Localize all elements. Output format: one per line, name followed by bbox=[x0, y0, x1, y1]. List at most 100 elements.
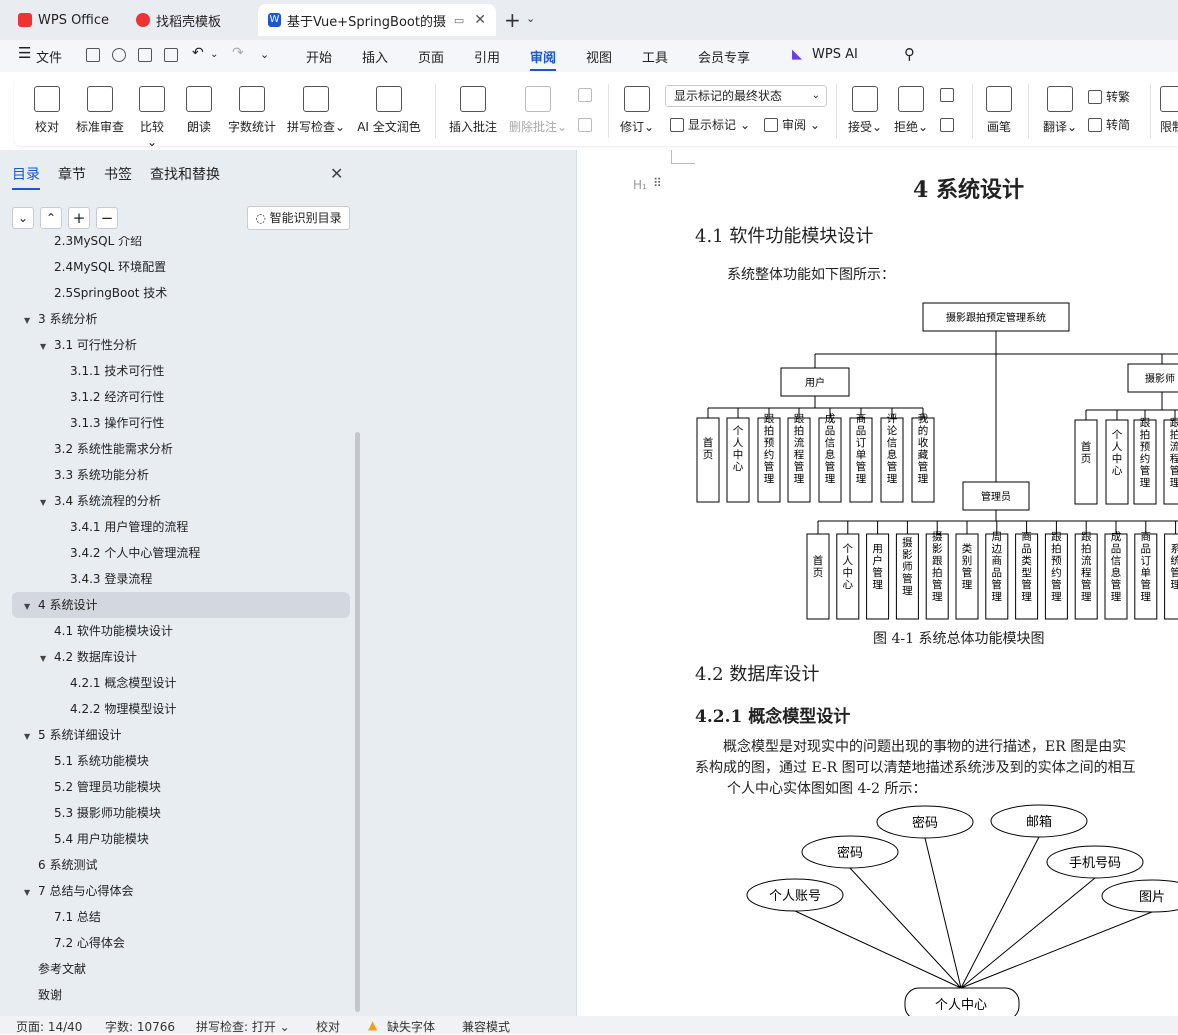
caret-down-icon[interactable]: ▼ bbox=[24, 880, 38, 906]
proofread-status[interactable]: 校对 bbox=[316, 1018, 340, 1035]
translate-button[interactable]: 翻译⌄ bbox=[1040, 86, 1080, 135]
read-aloud-button[interactable]: 朗读 bbox=[184, 86, 214, 135]
toc-item[interactable]: ▼ 4 系统设计 bbox=[12, 592, 350, 618]
compat-mode-status[interactable]: 兼容模式 bbox=[462, 1018, 510, 1035]
toc-item[interactable]: 3.2 系统性能需求分析 bbox=[40, 436, 173, 462]
to-simplified-button[interactable]: 转简 bbox=[1088, 116, 1130, 133]
toc-item[interactable]: 5.1 系统功能模块 bbox=[40, 748, 149, 774]
menu-tools[interactable]: 工具 bbox=[642, 47, 668, 66]
toc-item[interactable]: 5.3 摄影师功能模块 bbox=[40, 800, 161, 826]
toc-item[interactable]: ▼ 3.4 系统流程的分析 bbox=[40, 488, 161, 514]
menu-wps-ai[interactable]: WPS AI bbox=[812, 47, 858, 62]
standard-review-button[interactable]: 标准审查 bbox=[74, 86, 126, 135]
caret-down-icon[interactable]: ▼ bbox=[24, 724, 38, 750]
toc-item[interactable]: 5.2 管理员功能模块 bbox=[40, 774, 161, 800]
show-markup-button[interactable]: 显示标记 ⌄ bbox=[670, 116, 750, 133]
toc-item[interactable]: ▼ 3.1 可行性分析 bbox=[40, 332, 137, 358]
toc-item[interactable]: 7.2 心得体会 bbox=[40, 930, 125, 956]
toc-item[interactable]: 4.2.1 概念模型设计 bbox=[56, 670, 176, 696]
toc-item[interactable]: 6 系统测试 bbox=[24, 852, 97, 878]
delete-comment-button[interactable]: 删除批注⌄ bbox=[508, 86, 568, 135]
tab-bookmarks[interactable]: 书签 bbox=[104, 164, 132, 190]
toc-item[interactable]: 7.1 总结 bbox=[40, 904, 101, 930]
tab-toc[interactable]: 目录 bbox=[12, 164, 40, 190]
more-chevron-icon[interactable]: ⌄ bbox=[260, 48, 269, 61]
toc-item[interactable]: 3.4.1 用户管理的流程 bbox=[56, 514, 188, 540]
expand-down-button[interactable]: ⌄ bbox=[12, 207, 34, 229]
next-comment-icon[interactable] bbox=[578, 118, 592, 132]
add-heading-button[interactable]: + bbox=[68, 207, 90, 229]
accept-button[interactable]: 接受⌄ bbox=[846, 86, 884, 135]
toc-item[interactable]: 4.2.2 物理模型设计 bbox=[56, 696, 176, 722]
tab-document[interactable]: W 基于Vue+SpringBoot的摄影 ▭ ✕ bbox=[258, 4, 496, 36]
menu-references[interactable]: 引用 bbox=[474, 47, 500, 66]
caret-down-icon[interactable]: ▼ bbox=[40, 646, 54, 672]
toc-item[interactable]: 3.1.2 经济可行性 bbox=[56, 384, 164, 410]
next-change-icon[interactable] bbox=[940, 118, 954, 132]
menu-file[interactable]: 文件 bbox=[36, 47, 62, 66]
toc-item[interactable]: 3.1.1 技术可行性 bbox=[56, 358, 164, 384]
caret-down-icon[interactable]: ▼ bbox=[24, 594, 38, 620]
toc-item[interactable]: 2.4MySQL 环境配置 bbox=[40, 254, 166, 280]
toc-item[interactable]: 2.5SpringBoot 技术 bbox=[40, 280, 167, 306]
undo-dropdown-icon[interactable]: ⌄ bbox=[210, 49, 218, 60]
toc-item[interactable]: 3.3 系统功能分析 bbox=[40, 462, 149, 488]
print-preview-icon[interactable] bbox=[164, 48, 178, 62]
caret-down-icon[interactable]: ▼ bbox=[24, 308, 38, 334]
toc-item[interactable]: 4.1 软件功能模块设计 bbox=[40, 618, 173, 644]
tab-templates[interactable]: 找稻壳模板 bbox=[126, 6, 250, 34]
spell-check-status[interactable]: 拼写检查: 打开 ⌄ bbox=[196, 1018, 290, 1035]
ai-polish-button[interactable]: AI 全文润色 bbox=[354, 86, 424, 135]
tab-wps-office[interactable]: WPS Office bbox=[8, 6, 120, 34]
toc-item[interactable]: 3.4.3 登录流程 bbox=[56, 566, 152, 592]
menu-insert[interactable]: 插入 bbox=[362, 47, 388, 66]
drag-handle-icon[interactable]: ⠿ bbox=[653, 176, 662, 190]
menu-page[interactable]: 页面 bbox=[418, 47, 444, 66]
share-icon[interactable] bbox=[112, 48, 126, 62]
missing-font-status[interactable]: 缺失字体 bbox=[387, 1018, 435, 1035]
markup-display-select[interactable]: 显示标记的最终状态 ⌄ bbox=[665, 85, 827, 107]
toc-item[interactable]: 3.4.2 个人中心管理流程 bbox=[56, 540, 200, 566]
collapse-up-button[interactable]: ⌃ bbox=[40, 207, 62, 229]
search-icon[interactable]: ⚲ bbox=[904, 45, 915, 63]
smart-toc-button[interactable]: ◌ 智能识别目录 bbox=[247, 206, 350, 230]
print-icon[interactable] bbox=[138, 48, 152, 62]
reject-button[interactable]: 拒绝⌄ bbox=[892, 86, 930, 135]
toc-item[interactable]: ▼ 4.2 数据库设计 bbox=[40, 644, 137, 670]
insert-comment-button[interactable]: 插入批注 bbox=[446, 86, 500, 135]
caret-down-icon[interactable]: ▼ bbox=[40, 490, 54, 516]
spell-check-button[interactable]: 拼写检查⌄ bbox=[286, 86, 346, 135]
menu-home[interactable]: 开始 bbox=[306, 47, 332, 66]
menu-membership[interactable]: 会员专享 bbox=[698, 47, 750, 66]
toc-item[interactable]: 2.3MySQL 介绍 bbox=[40, 236, 142, 254]
redo-icon[interactable]: ↷ bbox=[232, 45, 244, 61]
chevron-down-icon[interactable]: ⌄ bbox=[526, 12, 535, 25]
word-count-button[interactable]: 字数统计 bbox=[226, 86, 278, 135]
toc-item[interactable]: ▼ 3 系统分析 bbox=[24, 306, 97, 332]
hamburger-icon[interactable]: ☰ bbox=[18, 44, 31, 62]
toc-scrollbar[interactable] bbox=[355, 432, 360, 1012]
save-icon[interactable] bbox=[86, 48, 100, 62]
caret-down-icon[interactable]: ▼ bbox=[40, 334, 54, 360]
undo-icon[interactable]: ↶ bbox=[192, 45, 204, 61]
compare-button[interactable]: 比较 ⌄ bbox=[134, 86, 170, 149]
toc-item[interactable]: ▼ 5 系统详细设计 bbox=[24, 722, 121, 748]
toc-item[interactable]: 3.1.3 操作可行性 bbox=[56, 410, 164, 436]
track-changes-button[interactable]: 修订⌄ bbox=[618, 86, 656, 135]
menu-review[interactable]: 审阅 bbox=[530, 47, 557, 71]
review-pane-button[interactable]: 审阅 ⌄ bbox=[764, 116, 820, 133]
word-count[interactable]: 字数: 10766 bbox=[105, 1018, 175, 1035]
toc-item[interactable]: 致谢 bbox=[24, 982, 62, 1008]
page-indicator[interactable]: 页面: 14/40 bbox=[16, 1018, 82, 1035]
toc-item[interactable]: 参考文献 bbox=[24, 956, 86, 982]
toc-item[interactable]: ▼ 7 总结与心得体会 bbox=[24, 878, 133, 904]
monitor-icon[interactable]: ▭ bbox=[454, 14, 464, 27]
new-tab-icon[interactable]: + bbox=[504, 8, 521, 32]
tab-chapters[interactable]: 章节 bbox=[58, 164, 86, 190]
proofread-button[interactable]: 校对 bbox=[32, 86, 62, 135]
to-traditional-button[interactable]: 转繁 bbox=[1088, 88, 1130, 105]
close-tab-icon[interactable]: ✕ bbox=[474, 12, 486, 28]
prev-comment-icon[interactable] bbox=[578, 88, 592, 102]
remove-heading-button[interactable]: − bbox=[96, 207, 118, 229]
restrict-editing-button[interactable]: 限制 bbox=[1160, 86, 1178, 135]
